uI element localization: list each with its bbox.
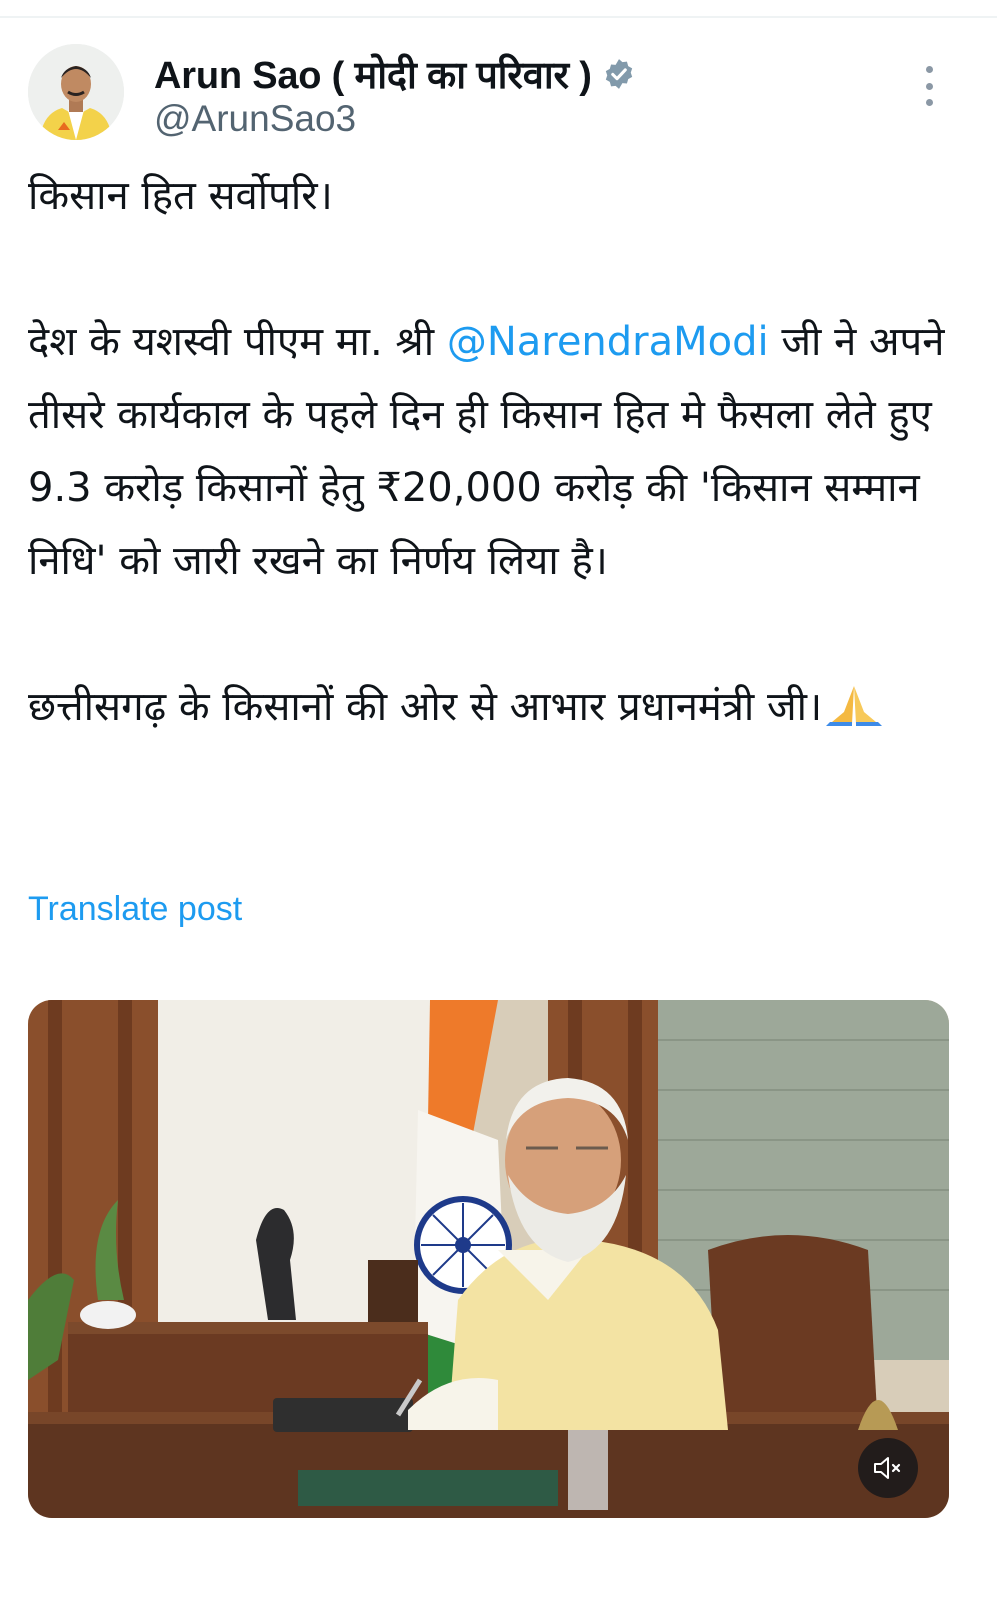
author-name-row[interactable]: Arun Sao ( मोदी का परिवार ) — [154, 48, 636, 100]
speaker-muted-icon[interactable] — [858, 1438, 918, 1498]
post-text-para3: छत्तीसगढ़ के किसानों की ओर से आभार प्रधा… — [28, 684, 823, 730]
top-divider — [0, 16, 997, 18]
translate-post-link[interactable]: Translate post — [28, 890, 242, 929]
mention-link[interactable]: @NarendraModi — [447, 319, 769, 365]
avatar[interactable] — [28, 44, 124, 140]
folded-hands-emoji — [826, 686, 883, 726]
author-display-name[interactable]: Arun Sao ( मोदी का परिवार ) — [154, 48, 592, 100]
post-header: Arun Sao ( मोदी का परिवार ) @ArunSao3 — [28, 44, 968, 144]
author-handle[interactable]: @ArunSao3 — [154, 98, 356, 140]
more-vertical-icon[interactable] — [914, 66, 944, 106]
avatar-image — [28, 44, 124, 140]
post-video[interactable] — [28, 1000, 949, 1518]
mute-glyph — [874, 1457, 901, 1479]
post-text: किसान हित सर्वोपरि। देश के यशस्वी पीएम म… — [28, 160, 963, 744]
post-text-line1: किसान हित सर्वोपरि। — [28, 173, 333, 219]
video-frame — [28, 1000, 949, 1518]
post-text-para2-start: देश के यशस्वी पीएम मा. श्री — [28, 319, 447, 365]
verified-badge-icon — [605, 59, 632, 89]
